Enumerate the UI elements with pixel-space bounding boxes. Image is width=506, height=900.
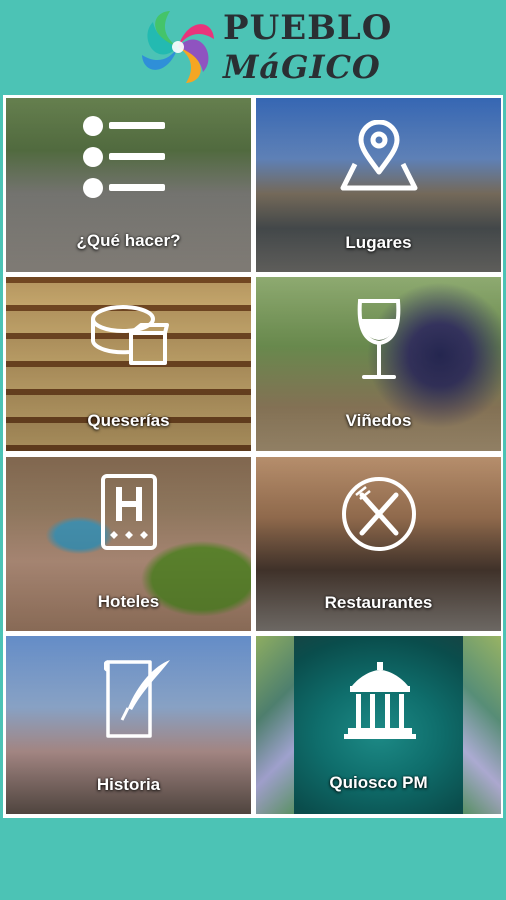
list-icon	[83, 116, 165, 198]
tile-label: ¿Qué hacer?	[76, 231, 181, 250]
tile-queserias[interactable]: Queserías	[6, 277, 251, 451]
app-header: PUEBLO MáGICO	[0, 0, 506, 96]
menu-grid: ¿Qué hacer? Lugares Queserías Viñedos Ho…	[3, 95, 503, 818]
tile-label: Viñedos	[345, 411, 412, 430]
tile-hoteles[interactable]: Hoteles	[6, 457, 251, 631]
tile-label: Restaurantes	[324, 593, 433, 612]
cheese-icon	[91, 305, 169, 365]
logo-wordmark: PUEBLO MáGICO	[223, 8, 393, 90]
tile-vinedos[interactable]: Viñedos	[256, 277, 501, 451]
gazebo-icon	[344, 662, 416, 739]
logo-line-2: MáGICO	[223, 48, 381, 86]
tile-lugares[interactable]: Lugares	[256, 98, 501, 272]
logo-line-1: PUEBLO	[223, 8, 393, 48]
tile-quiosco-pm[interactable]: Quiosco PM	[256, 636, 501, 814]
tile-label: Queserías	[87, 411, 170, 430]
map-pin-icon	[340, 120, 418, 191]
hotel-icon	[101, 474, 157, 550]
tile-label: Hoteles	[97, 592, 160, 611]
tile-historia[interactable]: Historia	[6, 636, 251, 814]
tile-label: Quiosco PM	[329, 773, 428, 792]
wine-glass-icon	[357, 299, 401, 379]
tile-label: Lugares	[345, 233, 412, 252]
restaurant-icon	[342, 477, 416, 551]
tile-que-hacer[interactable]: ¿Qué hacer?	[6, 98, 251, 272]
pueblo-magico-logo-icon	[142, 11, 214, 83]
tile-label: Historia	[96, 775, 161, 794]
quill-document-icon	[104, 660, 170, 738]
tile-restaurantes[interactable]: Restaurantes	[256, 457, 501, 631]
